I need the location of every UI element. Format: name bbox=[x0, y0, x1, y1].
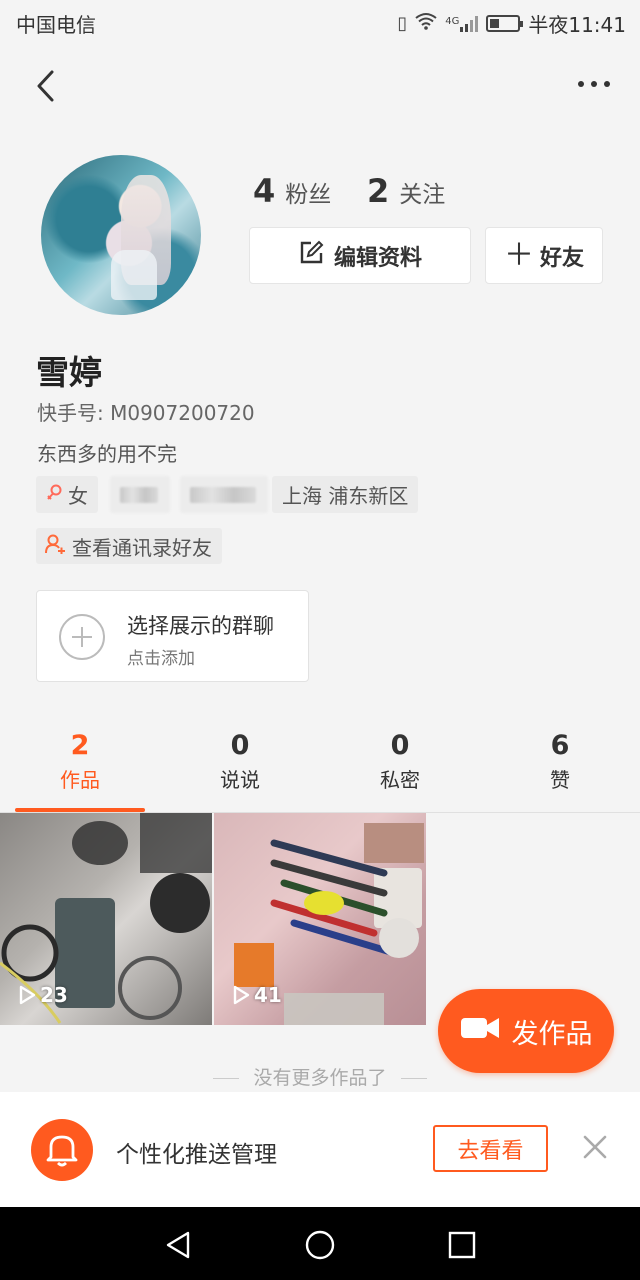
close-icon[interactable] bbox=[578, 1130, 612, 1164]
post-work-button[interactable]: 发作品 bbox=[438, 989, 614, 1073]
clock: 半夜11:41 bbox=[528, 13, 626, 37]
add-circle-icon bbox=[59, 614, 105, 660]
video-thumbnail[interactable]: 23 bbox=[0, 813, 212, 1025]
camera-icon bbox=[460, 1015, 500, 1048]
followers-stat[interactable]: 4 粉丝 bbox=[253, 172, 331, 210]
contacts-icon bbox=[44, 533, 66, 560]
tab-moments-label: 说说 bbox=[220, 768, 260, 792]
play-count-value: 41 bbox=[254, 983, 282, 1007]
female-icon bbox=[46, 483, 62, 507]
tab-private-label: 私密 bbox=[380, 768, 420, 792]
location-tag: 上海 浦东新区 bbox=[272, 476, 419, 513]
bell-icon bbox=[31, 1119, 93, 1181]
network-type: 4G bbox=[445, 15, 460, 27]
carrier-name: 中国电信 bbox=[16, 13, 96, 37]
tab-private-count: 0 bbox=[390, 730, 410, 761]
signal-icon: 4G bbox=[445, 15, 479, 32]
video-thumbnail[interactable]: 41 bbox=[214, 813, 426, 1025]
edit-profile-button[interactable]: 编辑资料 bbox=[249, 227, 471, 284]
tab-works-label: 作品 bbox=[60, 768, 100, 792]
plus-icon: ＋ bbox=[503, 237, 534, 273]
following-count: 2 bbox=[367, 172, 390, 210]
blurred-tag-1 bbox=[110, 476, 170, 513]
group-chat-card[interactable]: 选择展示的群聊 点击添加 bbox=[36, 590, 309, 682]
nav-home-icon[interactable] bbox=[300, 1225, 340, 1265]
tab-moments[interactable]: 0 说说 bbox=[160, 730, 320, 793]
tab-likes-label: 赞 bbox=[550, 768, 570, 792]
tab-likes-count: 6 bbox=[550, 730, 570, 761]
contacts-friends-button[interactable]: 查看通讯录好友 bbox=[36, 528, 222, 564]
status-bar: 中国电信 ▯ 4G 半夜11:41 bbox=[0, 0, 640, 44]
add-friend-button[interactable]: ＋ 好友 bbox=[485, 227, 603, 284]
avatar[interactable] bbox=[41, 155, 201, 315]
play-count-value: 23 bbox=[40, 983, 68, 1007]
edit-icon bbox=[298, 240, 324, 272]
post-work-label: 发作品 bbox=[511, 1018, 593, 1050]
avatar-figure-dress bbox=[111, 250, 157, 300]
status-icons: ▯ 4G 半夜11:41 bbox=[397, 9, 626, 38]
profile-name: 雪婷 bbox=[36, 353, 102, 392]
play-count: 41 bbox=[232, 983, 282, 1007]
add-friend-label: 好友 bbox=[539, 245, 584, 271]
wifi-icon bbox=[415, 12, 437, 35]
tab-likes[interactable]: 6 赞 bbox=[480, 730, 640, 793]
more-options-icon[interactable] bbox=[574, 70, 614, 102]
followers-count: 4 bbox=[253, 172, 276, 210]
following-stat[interactable]: 2 关注 bbox=[367, 172, 445, 210]
location-label: 上海 浦东新区 bbox=[282, 484, 409, 508]
gender-tag: 女 bbox=[36, 476, 98, 513]
go-see-button[interactable]: 去看看 bbox=[433, 1125, 548, 1172]
nav-back-icon[interactable] bbox=[158, 1225, 198, 1265]
followers-label: 粉丝 bbox=[285, 182, 332, 208]
group-card-subtitle: 点击添加 bbox=[127, 649, 195, 669]
no-more-works: 没有更多作品了 bbox=[0, 1063, 640, 1090]
tab-moments-count: 0 bbox=[230, 730, 250, 761]
no-more-label: 没有更多作品了 bbox=[253, 1067, 387, 1089]
tab-works[interactable]: 2 作品 bbox=[0, 730, 160, 793]
tab-private[interactable]: 0 私密 bbox=[320, 730, 480, 793]
back-icon[interactable] bbox=[30, 66, 70, 106]
system-navigation-bar bbox=[0, 1207, 640, 1280]
nav-recents-icon[interactable] bbox=[442, 1225, 482, 1265]
contacts-label: 查看通讯录好友 bbox=[72, 535, 212, 560]
following-label: 关注 bbox=[399, 182, 446, 208]
vibrate-icon: ▯ bbox=[397, 13, 408, 34]
push-settings-banner: 个性化推送管理 去看看 bbox=[0, 1092, 640, 1207]
edit-profile-label: 编辑资料 bbox=[333, 245, 422, 271]
battery-icon bbox=[486, 15, 524, 32]
kwai-id: 快手号: M0907200720 bbox=[37, 401, 255, 425]
group-card-title: 选择展示的群聊 bbox=[127, 614, 274, 638]
push-banner-text: 个性化推送管理 bbox=[116, 1142, 277, 1168]
play-count: 23 bbox=[18, 983, 68, 1007]
profile-bio: 东西多的用不完 bbox=[37, 442, 177, 466]
play-icon bbox=[233, 985, 250, 1005]
tab-works-count: 2 bbox=[70, 730, 90, 761]
gender-label: 女 bbox=[68, 484, 88, 508]
play-icon bbox=[19, 985, 36, 1005]
blurred-tag-2 bbox=[180, 476, 268, 513]
